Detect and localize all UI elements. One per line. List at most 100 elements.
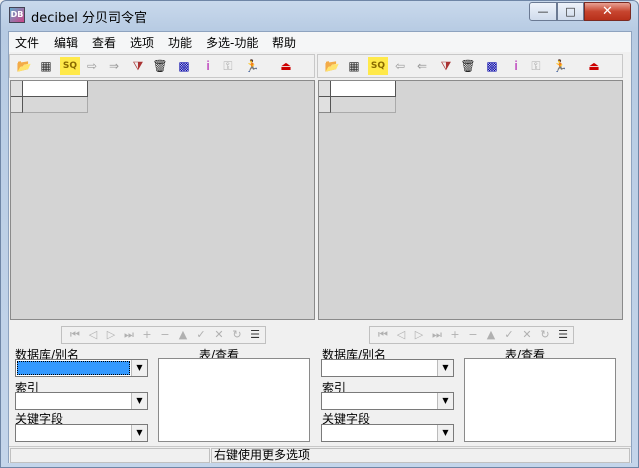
sql-icon[interactable]: SQ: [368, 57, 388, 75]
delete-record-icon[interactable]: −: [156, 327, 174, 343]
open-folder-icon[interactable]: 📂: [322, 57, 342, 75]
grid-cell[interactable]: [23, 97, 88, 113]
db-alias-combo[interactable]: ▼: [15, 359, 148, 377]
db-alias-value: [17, 361, 130, 375]
left-pane: 📂 ▦ SQ ⇨ ⇒ ⧩ 🗑 ▩ i ⚿ 🏃 ⏏ ⏮ ◁ ▷ ⏭ + − ▲ ✓ ✕ ↻ ☰ 数据库/别名 表/查看 ▼ …: [9, 52, 317, 464]
chevron-down-icon[interactable]: ▼: [437, 393, 453, 409]
filter-icon[interactable]: ⧩: [128, 57, 148, 75]
grid-icon[interactable]: ▩: [174, 57, 194, 75]
key-icon[interactable]: ⚿: [526, 57, 546, 75]
grid-cell[interactable]: [331, 97, 396, 113]
close-icon: ✕: [602, 4, 613, 19]
grid-column-header[interactable]: [23, 81, 88, 97]
grid-icon[interactable]: ▩: [482, 57, 502, 75]
right-data-grid[interactable]: [318, 80, 623, 320]
key-field-combo[interactable]: ▼: [15, 424, 148, 442]
post-record-icon[interactable]: ✓: [500, 327, 518, 343]
table-view-list[interactable]: [158, 358, 310, 442]
info-icon[interactable]: i: [506, 57, 526, 75]
run-icon[interactable]: 🏃: [550, 57, 570, 75]
exit-icon[interactable]: ⏏: [276, 57, 296, 75]
key-field-combo[interactable]: ▼: [321, 424, 454, 442]
edit-record-icon[interactable]: ▲: [482, 327, 500, 343]
db-alias-combo[interactable]: ▼: [321, 359, 454, 377]
last-record-icon[interactable]: ⏭: [120, 327, 138, 343]
menu-view[interactable]: 查看: [92, 34, 116, 51]
info-icon[interactable]: i: [198, 57, 218, 75]
left-toolbar: 📂 ▦ SQ ⇨ ⇒ ⧩ 🗑 ▩ i ⚿ 🏃 ⏏: [9, 54, 315, 78]
chevron-down-icon[interactable]: ▼: [131, 360, 147, 376]
cancel-record-icon[interactable]: ✕: [210, 327, 228, 343]
status-hint: 右键使用更多选项: [211, 448, 630, 463]
index-combo[interactable]: ▼: [321, 392, 454, 410]
export-icon[interactable]: ⇒: [104, 57, 124, 75]
run-icon[interactable]: 🏃: [242, 57, 262, 75]
left-data-grid[interactable]: [10, 80, 315, 320]
title-bar[interactable]: DB decibel 分贝司令官 — □ ✕: [1, 1, 638, 31]
index-combo[interactable]: ▼: [15, 392, 148, 410]
minimize-icon: —: [537, 5, 549, 18]
open-folder-icon[interactable]: 📂: [14, 57, 34, 75]
window-title: decibel 分贝司令官: [31, 11, 148, 26]
menu-options[interactable]: 选项: [130, 34, 154, 51]
import-icon[interactable]: ⇐: [412, 57, 432, 75]
exit-icon[interactable]: ⏏: [584, 57, 604, 75]
menu-file[interactable]: 文件: [15, 34, 39, 51]
filter-icon[interactable]: ⧩: [436, 57, 456, 75]
last-record-icon[interactable]: ⏭: [428, 327, 446, 343]
menu-edit[interactable]: 编辑: [54, 34, 78, 51]
chevron-down-icon[interactable]: ▼: [437, 360, 453, 376]
close-button[interactable]: ✕: [584, 2, 631, 21]
next-record-icon[interactable]: ▷: [410, 327, 428, 343]
grid-row-indicator[interactable]: [319, 97, 331, 113]
key-icon[interactable]: ⚿: [218, 57, 238, 75]
insert-record-icon[interactable]: +: [138, 327, 156, 343]
key-field-value: [17, 426, 130, 440]
maximize-button[interactable]: □: [557, 2, 584, 21]
cancel-record-icon[interactable]: ✕: [518, 327, 536, 343]
chevron-down-icon[interactable]: ▼: [131, 393, 147, 409]
refresh-icon[interactable]: ↻: [228, 327, 246, 343]
arrow-right-icon[interactable]: ⇨: [82, 57, 102, 75]
grid-column-header[interactable]: [331, 81, 396, 97]
minimize-button[interactable]: —: [529, 2, 557, 21]
table-icon[interactable]: ▦: [344, 57, 364, 75]
first-record-icon[interactable]: ⏮: [374, 327, 392, 343]
sql-icon[interactable]: SQ: [60, 57, 80, 75]
grid-corner[interactable]: [11, 81, 23, 97]
delete-record-icon[interactable]: −: [464, 327, 482, 343]
post-record-icon[interactable]: ✓: [192, 327, 210, 343]
trash-icon[interactable]: 🗑: [150, 57, 170, 75]
status-segment-left: [10, 448, 210, 463]
key-field-value: [323, 426, 436, 440]
db-alias-value: [323, 361, 436, 375]
trash-icon[interactable]: 🗑: [458, 57, 478, 75]
left-navigator: ⏮ ◁ ▷ ⏭ + − ▲ ✓ ✕ ↻ ☰: [61, 326, 266, 344]
arrow-left-icon[interactable]: ⇦: [390, 57, 410, 75]
prior-record-icon[interactable]: ◁: [84, 327, 102, 343]
menu-help[interactable]: 帮助: [272, 34, 296, 51]
table-icon[interactable]: ▦: [36, 57, 56, 75]
edit-record-icon[interactable]: ▲: [174, 327, 192, 343]
options-icon[interactable]: ☰: [246, 327, 264, 343]
index-value: [17, 394, 130, 408]
insert-record-icon[interactable]: +: [446, 327, 464, 343]
options-icon[interactable]: ☰: [554, 327, 572, 343]
chevron-down-icon[interactable]: ▼: [131, 425, 147, 441]
refresh-icon[interactable]: ↻: [536, 327, 554, 343]
right-navigator: ⏮ ◁ ▷ ⏭ + − ▲ ✓ ✕ ↻ ☰: [369, 326, 574, 344]
app-icon[interactable]: DB: [9, 7, 25, 23]
prior-record-icon[interactable]: ◁: [392, 327, 410, 343]
menu-functions[interactable]: 功能: [168, 34, 192, 51]
status-bar: 右键使用更多选项: [9, 446, 631, 463]
next-record-icon[interactable]: ▷: [102, 327, 120, 343]
chevron-down-icon[interactable]: ▼: [437, 425, 453, 441]
first-record-icon[interactable]: ⏮: [66, 327, 84, 343]
menu-bar: 文件 编辑 查看 选项 功能 多选-功能 帮助: [9, 32, 631, 52]
grid-corner[interactable]: [319, 81, 331, 97]
app-window: DB decibel 分贝司令官 — □ ✕ 文件 编辑 查看 选项 功能 多选…: [0, 0, 639, 468]
menu-multi-functions[interactable]: 多选-功能: [206, 34, 258, 51]
table-view-list[interactable]: [464, 358, 616, 442]
client-area: 文件 编辑 查看 选项 功能 多选-功能 帮助 📂 ▦ SQ ⇨ ⇒ ⧩ 🗑 ▩ i ⚿ 🏃 ⏏ ⏮ ◁…: [8, 31, 632, 463]
grid-row-indicator[interactable]: [11, 97, 23, 113]
